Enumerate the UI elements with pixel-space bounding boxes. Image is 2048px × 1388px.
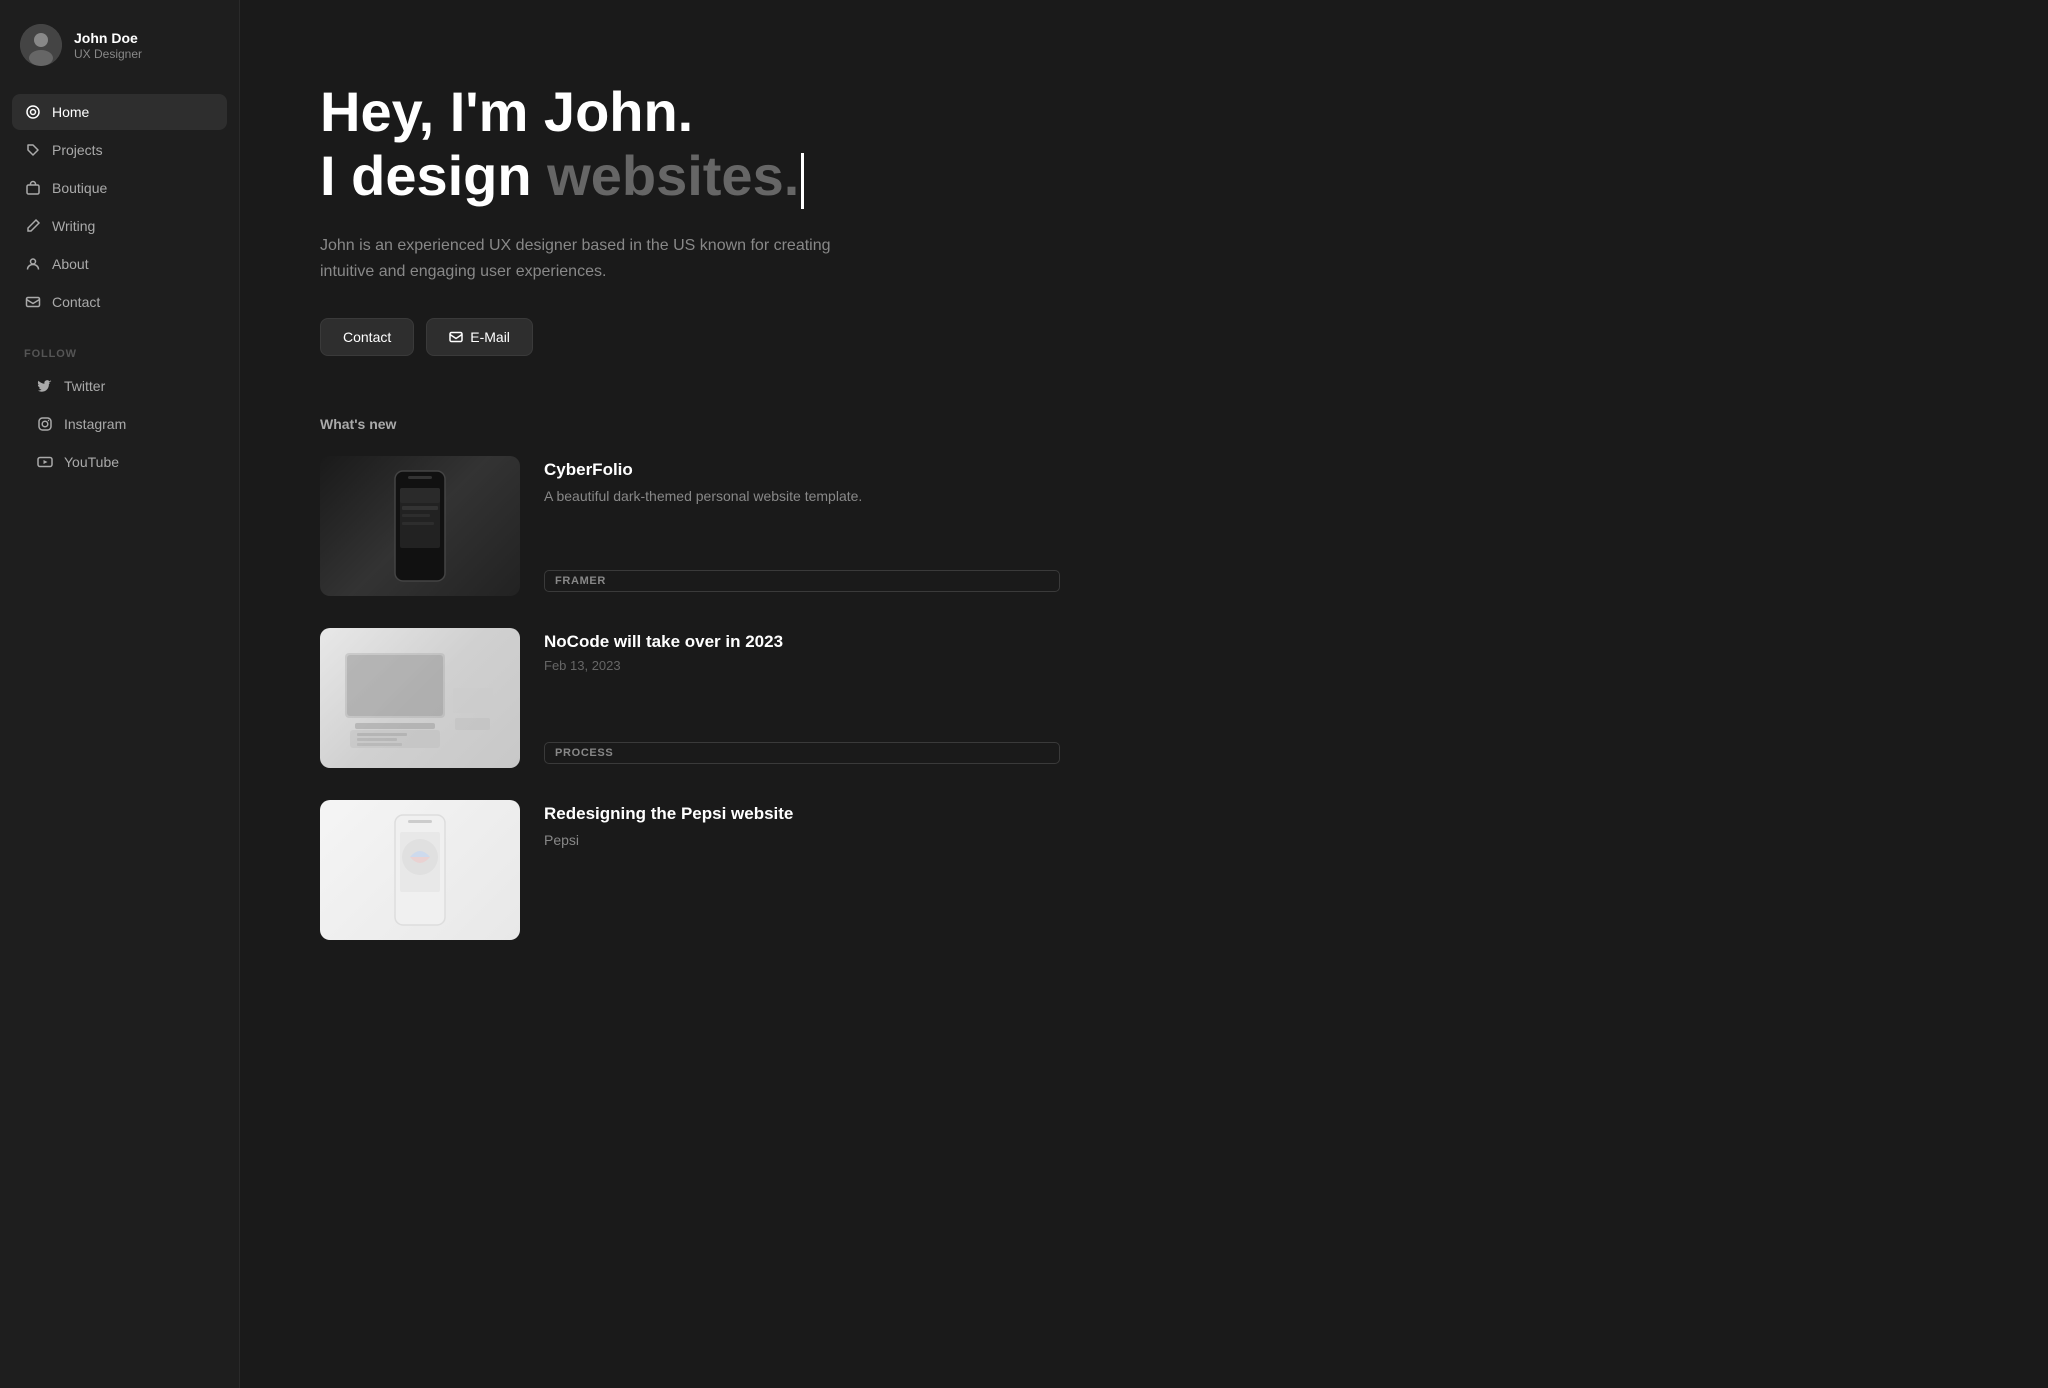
main-content: Hey, I'm John. I design websites. John i…: [240, 0, 1140, 1388]
whats-new-label: What's new: [320, 416, 1060, 432]
sidebar-item-contact[interactable]: Contact: [12, 284, 227, 320]
avatar: [20, 24, 62, 66]
card-nocode-title: NoCode will take over in 2023: [544, 632, 1060, 652]
hero-title: Hey, I'm John. I design websites.: [320, 80, 1060, 209]
hero-description: John is an experienced UX designer based…: [320, 233, 840, 286]
card-nocode-content: NoCode will take over in 2023 Feb 13, 20…: [544, 628, 1060, 768]
sidebar-item-projects-label: Projects: [52, 142, 103, 158]
hero-buttons: Contact E-Mail: [320, 318, 1060, 356]
pepsi-mockup: [380, 810, 460, 930]
card-pepsi[interactable]: Redesigning the Pepsi website Pepsi: [320, 800, 1060, 940]
sidebar-item-youtube[interactable]: YouTube: [24, 444, 215, 480]
hero-line2-prefix: I design: [320, 144, 547, 207]
hero-line1: Hey, I'm John.: [320, 80, 693, 143]
card-nocode-tag: PROCESS: [544, 742, 1060, 764]
sidebar-item-boutique-label: Boutique: [52, 180, 107, 196]
cursor-blink: [801, 153, 804, 209]
card-cyberfolio-tag: FRAMER: [544, 570, 1060, 592]
contact-button[interactable]: Contact: [320, 318, 414, 356]
user-icon: [24, 255, 42, 273]
profile-role: UX Designer: [74, 47, 142, 61]
card-pepsi-desc: Pepsi: [544, 830, 1060, 851]
profile-name: John Doe: [74, 29, 142, 47]
sidebar-item-projects[interactable]: Projects: [12, 132, 227, 168]
card-nocode[interactable]: NoCode will take over in 2023 Feb 13, 20…: [320, 628, 1060, 768]
sidebar-item-home[interactable]: Home: [12, 94, 227, 130]
tag-icon: [24, 141, 42, 159]
sidebar-item-about-label: About: [52, 256, 89, 272]
sidebar-item-boutique[interactable]: Boutique: [12, 170, 227, 206]
card-cyberfolio-desc: A beautiful dark-themed personal website…: [544, 486, 1060, 507]
sidebar: John Doe UX Designer Home Projects: [0, 0, 240, 1388]
card-cyberfolio-title: CyberFolio: [544, 460, 1060, 480]
card-cyberfolio-image: [320, 456, 520, 596]
card-cyberfolio[interactable]: CyberFolio A beautiful dark-themed perso…: [320, 456, 1060, 596]
main-nav: Home Projects Boutique: [0, 94, 239, 320]
card-pepsi-image: [320, 800, 520, 940]
desk-mockup: [335, 638, 505, 758]
sidebar-item-about[interactable]: About: [12, 246, 227, 282]
profile-section: John Doe UX Designer: [0, 24, 239, 94]
card-pepsi-content: Redesigning the Pepsi website Pepsi: [544, 800, 1060, 940]
email-icon: [449, 330, 463, 344]
edit-icon: [24, 217, 42, 235]
sidebar-item-instagram-label: Instagram: [64, 416, 126, 432]
sidebar-item-writing-label: Writing: [52, 218, 95, 234]
sidebar-item-contact-label: Contact: [52, 294, 100, 310]
profile-info: John Doe UX Designer: [74, 29, 142, 61]
sidebar-item-twitter-label: Twitter: [64, 378, 105, 394]
sidebar-item-instagram[interactable]: Instagram: [24, 406, 215, 442]
bag-icon: [24, 179, 42, 197]
phone-mockup: [380, 466, 460, 586]
youtube-icon: [36, 453, 54, 471]
home-icon: [24, 103, 42, 121]
sidebar-item-writing[interactable]: Writing: [12, 208, 227, 244]
sidebar-item-home-label: Home: [52, 104, 89, 120]
email-button[interactable]: E-Mail: [426, 318, 533, 356]
follow-label: FOLLOW: [12, 348, 227, 360]
card-pepsi-title: Redesigning the Pepsi website: [544, 804, 1060, 824]
sidebar-item-youtube-label: YouTube: [64, 454, 119, 470]
card-nocode-date: Feb 13, 2023: [544, 658, 1060, 673]
sidebar-item-twitter[interactable]: Twitter: [24, 368, 215, 404]
hero-section: Hey, I'm John. I design websites. John i…: [320, 80, 1060, 356]
hero-line2-highlight: websites.: [547, 144, 799, 207]
twitter-icon: [36, 377, 54, 395]
whats-new-section: What's new CyberFolio A beautiful dark-t…: [320, 416, 1060, 940]
email-button-label: E-Mail: [470, 329, 510, 345]
mail-icon: [24, 293, 42, 311]
follow-section: FOLLOW Twitter Instagra: [0, 348, 239, 480]
social-nav: Twitter Instagram: [12, 368, 227, 480]
instagram-icon: [36, 415, 54, 433]
card-nocode-image: [320, 628, 520, 768]
card-cyberfolio-content: CyberFolio A beautiful dark-themed perso…: [544, 456, 1060, 596]
